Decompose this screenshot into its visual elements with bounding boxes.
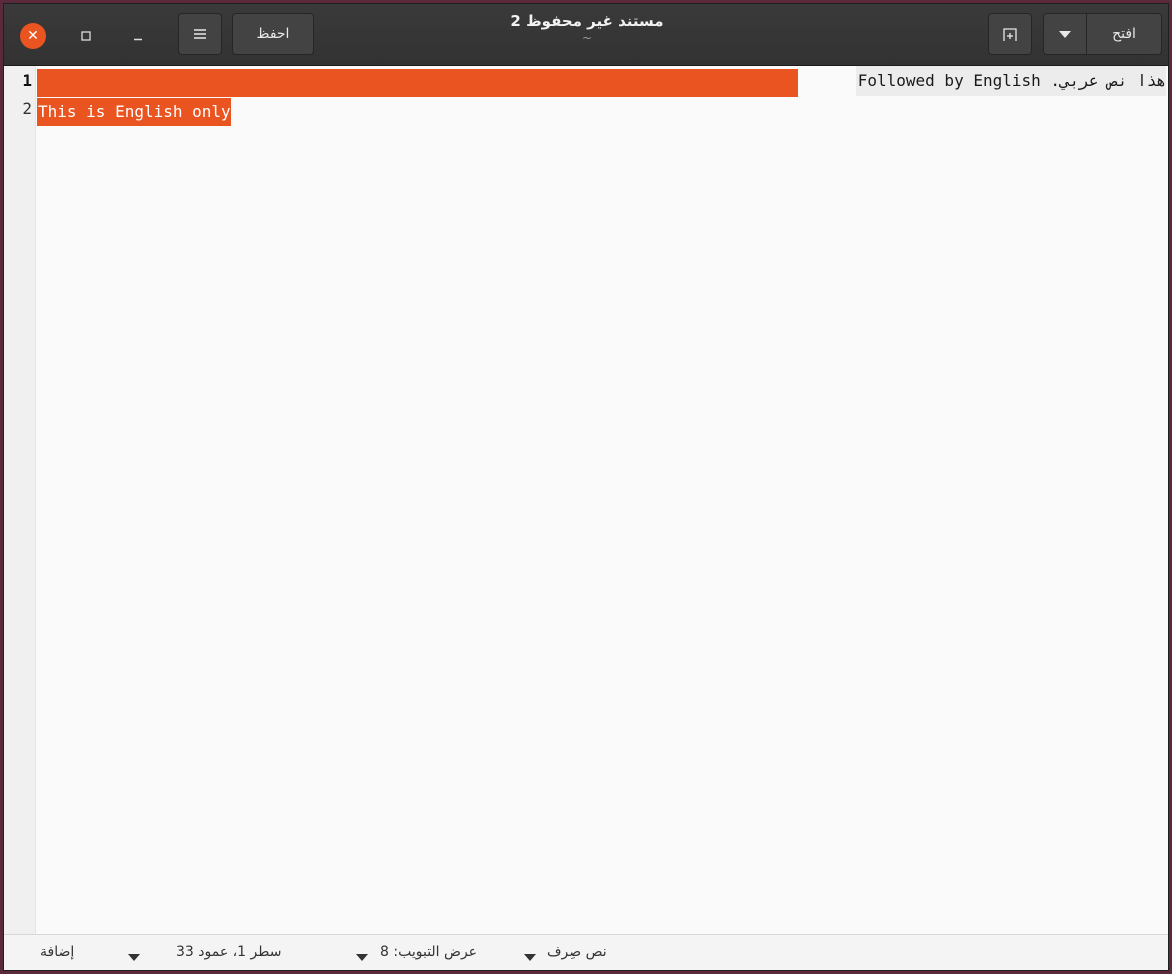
chevron-down-icon: [356, 953, 368, 961]
menu-button[interactable]: [178, 13, 222, 55]
position-dropdown-arrow[interactable]: [128, 949, 140, 965]
hamburger-menu-icon: [194, 29, 206, 39]
line-number-gutter: 1 2: [4, 66, 36, 936]
new-tab-icon: [1003, 28, 1017, 41]
maximize-icon: [81, 31, 91, 41]
window-title-area: مستند غير محفوظ 2 ~: [387, 12, 787, 45]
chevron-down-icon: [1059, 30, 1071, 38]
text-line[interactable]: هذا نص عربي. Followed by English: [37, 66, 1168, 97]
text-line[interactable]: This is English only: [37, 98, 231, 126]
header-bar: ✕ احفظ مستند غير محفوظ 2 ~ افتح: [4, 4, 1168, 66]
window-subtitle: ~: [581, 31, 593, 45]
tab-width-dropdown-arrow[interactable]: [356, 949, 368, 965]
language-dropdown-arrow[interactable]: [524, 949, 536, 965]
cursor-position[interactable]: سطر 1، عمود 33: [176, 944, 281, 960]
line-number: 1: [22, 71, 32, 90]
maximize-button[interactable]: [72, 22, 100, 50]
close-button[interactable]: ✕: [20, 23, 46, 49]
selection-highlight: [37, 69, 798, 97]
tab-width-selector[interactable]: عرض التبويب: 8: [380, 944, 477, 960]
text-editor[interactable]: 1 2 هذا نص عربي. Followed by English Thi…: [4, 66, 1168, 936]
minimize-button[interactable]: [124, 22, 152, 50]
line-number: 2: [22, 99, 32, 118]
minimize-icon: [134, 38, 142, 41]
open-dropdown-button[interactable]: [1043, 13, 1087, 55]
line-text: هذا نص عربي. Followed by English: [855, 66, 1166, 96]
gedit-window: ✕ احفظ مستند غير محفوظ 2 ~ افتح 1 2 هذا …: [3, 3, 1169, 971]
status-bar: إضافة سطر 1، عمود 33 عرض التبويب: 8 نص ص…: [4, 934, 1168, 970]
chevron-down-icon: [128, 953, 140, 961]
save-button[interactable]: احفظ: [232, 13, 314, 55]
language-selector[interactable]: نص صِرف: [547, 944, 607, 960]
new-tab-button[interactable]: [988, 13, 1032, 55]
window-title: مستند غير محفوظ 2: [510, 12, 664, 30]
open-button[interactable]: افتح: [1086, 13, 1162, 55]
chevron-down-icon: [524, 953, 536, 961]
close-icon: ✕: [27, 28, 39, 44]
insert-mode-label[interactable]: إضافة: [40, 944, 74, 960]
line-text-selected: This is English only: [37, 98, 231, 126]
